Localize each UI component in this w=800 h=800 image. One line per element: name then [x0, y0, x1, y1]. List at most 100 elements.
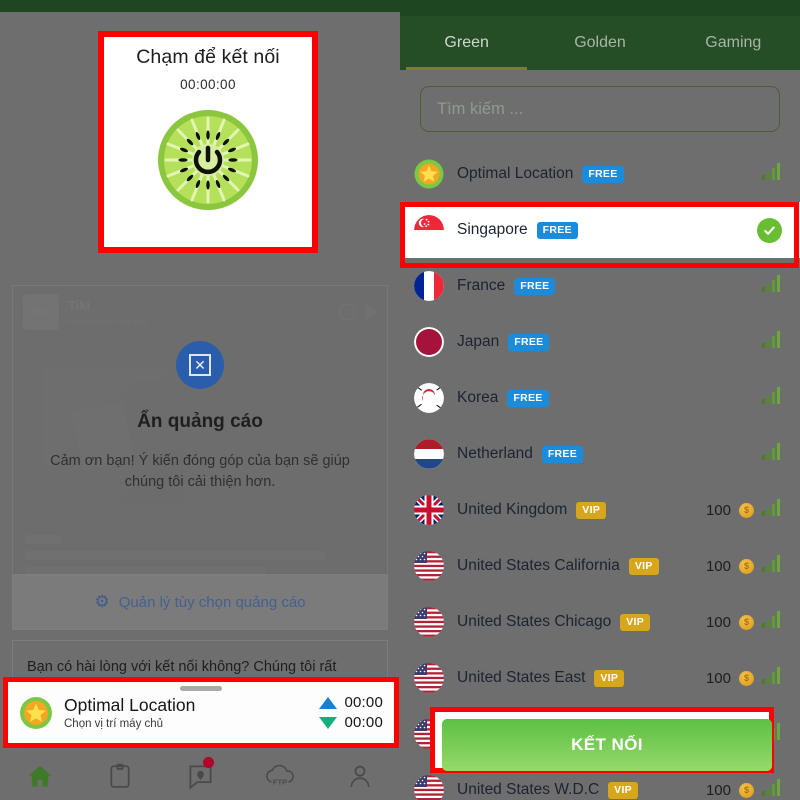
server-row-optimal-location[interactable]: Optimal Location FREE [400, 146, 800, 202]
connect-card-highlight: Chạm để kết nối 00:00:00 [98, 31, 318, 253]
kiwi-power-button[interactable] [156, 108, 260, 212]
server-row-right: 100 $ [706, 667, 782, 689]
download-stat: 00:00 [319, 714, 383, 731]
nav-ftp[interactable]: FTP [240, 752, 320, 800]
location-texts: Optimal Location Chọn vị trí máy chủ [64, 695, 195, 730]
server-badge-vip: VIP [620, 613, 651, 631]
server-cost: 100 [705, 669, 731, 687]
signal-bars-icon [762, 667, 782, 689]
server-name: France [457, 277, 506, 294]
coin-icon: $ [739, 558, 754, 574]
server-row-right [762, 331, 782, 353]
server-badge-free: FREE [541, 445, 584, 463]
tab-gaming[interactable]: Gaming [667, 16, 800, 70]
location-card[interactable]: Optimal Location Chọn vị trí máy chủ 00:… [8, 682, 394, 743]
ad-options-bar[interactable]: ⚙ Quản lý tùy chọn quảng cáo [12, 574, 388, 630]
signal-bars-icon [762, 555, 780, 572]
signal-bars-icon [762, 667, 780, 684]
triangle-down-icon [319, 716, 338, 729]
server-badge-free: FREE [582, 165, 624, 183]
signal-bars-icon [762, 387, 782, 409]
server-row-united-states-california[interactable]: United States California VIP 100 $ [400, 538, 800, 594]
tab-golden[interactable]: Golden [533, 16, 666, 70]
signal-bars-icon [762, 499, 780, 516]
server-row-united-kingdom[interactable]: United Kingdom VIP 100 $ [400, 482, 800, 538]
server-cost: 100 [705, 613, 731, 631]
search-wrapper [400, 78, 800, 140]
server-name: United States California [457, 557, 620, 574]
server-row-right [762, 275, 782, 297]
server-badge-vip: VIP [576, 501, 607, 519]
server-name: Japan [457, 333, 500, 350]
usa-flag [414, 607, 444, 637]
signal-bars-icon [762, 779, 782, 800]
selected-check-icon [757, 217, 782, 243]
clipboard-icon [110, 763, 130, 788]
server-row-japan[interactable]: Japan FREE [400, 314, 800, 370]
server-row-united-states-chicago[interactable]: United States Chicago VIP 100 $ [400, 594, 800, 650]
server-name: Netherland [457, 445, 533, 462]
server-name: Singapore [457, 221, 528, 238]
signal-bars-icon [762, 443, 782, 465]
server-cost: 100 [705, 781, 731, 799]
location-name: Optimal Location [64, 695, 196, 715]
server-row-right [757, 217, 782, 243]
survey-text: Bạn có hài lòng với kết nối không? Chúng… [27, 659, 337, 675]
tab-green[interactable]: Green [400, 16, 533, 70]
download-value: 00:00 [344, 714, 383, 731]
usa-flag [414, 551, 444, 581]
server-badge-vip: VIP [628, 557, 659, 575]
location-subtitle: Chọn vị trí máy chủ [64, 718, 164, 730]
ad-hide-description: Cảm ơn bạn! Ý kiến đóng góp của bạn sẽ g… [50, 453, 350, 491]
signal-bars-icon [762, 611, 780, 628]
right-status-bar [400, 0, 800, 16]
server-name: Optimal Location [457, 165, 574, 182]
search-input[interactable] [437, 99, 763, 119]
drag-handle[interactable] [180, 686, 222, 691]
connect-card[interactable]: Chạm để kết nối 00:00:00 [104, 37, 312, 247]
server-row-france[interactable]: France FREE [400, 258, 800, 314]
signal-bars-icon [762, 443, 780, 460]
right-panel: Green Golden Gaming Optimal Location FREE… [400, 0, 800, 800]
kiwi-power-icon [158, 110, 258, 210]
signal-bars-icon [762, 779, 780, 796]
server-row-right [762, 387, 782, 409]
singapore-flag [414, 215, 444, 245]
server-badge-free: FREE [536, 221, 578, 239]
signal-bars-icon [762, 611, 782, 633]
server-name: Korea [457, 389, 499, 406]
nav-home[interactable] [0, 752, 80, 800]
japan-flag [414, 327, 444, 357]
ad-options-label: Quản lý tùy chọn quảng cáo [118, 593, 306, 611]
close-x-icon[interactable]: ✕ [176, 341, 224, 389]
server-row-netherland[interactable]: Netherland FREE [400, 426, 800, 482]
connect-button-highlight: KẾT NỐI [430, 707, 774, 773]
server-row-korea[interactable]: Korea FREE [400, 370, 800, 426]
server-badge-free: FREE [507, 389, 549, 407]
signal-bars-icon [762, 387, 780, 404]
connect-button[interactable]: KẾT NỐI [442, 719, 772, 771]
nav-clipboard[interactable] [80, 752, 160, 800]
search-box[interactable] [420, 86, 780, 132]
server-row-right [762, 163, 782, 185]
netherlands-flag [414, 439, 444, 469]
tab-gaming-label: Gaming [705, 34, 762, 51]
ftp-cloud-icon: FTP [266, 764, 294, 787]
bottom-navigation: FTP [0, 752, 400, 800]
gear-icon: ⚙ [94, 592, 110, 611]
usa-flag [414, 663, 444, 693]
server-row-right: 100 $ [706, 499, 782, 521]
upload-stat: 00:00 [319, 694, 383, 711]
server-cost: 100 [705, 557, 731, 575]
signal-bars-icon [762, 163, 780, 180]
nav-messages[interactable] [160, 752, 240, 800]
server-row-united-states-east[interactable]: United States East VIP 100 $ [400, 650, 800, 706]
star-badge-icon [20, 696, 52, 729]
triangle-up-icon [319, 696, 338, 709]
nav-profile[interactable] [320, 752, 400, 800]
signal-bars-icon [762, 163, 782, 185]
server-row-singapore[interactable]: Singapore FREE [400, 202, 800, 258]
signal-bars-icon [762, 331, 780, 348]
signal-bars-icon [762, 499, 782, 521]
server-row-right: 100 $ [706, 555, 782, 577]
